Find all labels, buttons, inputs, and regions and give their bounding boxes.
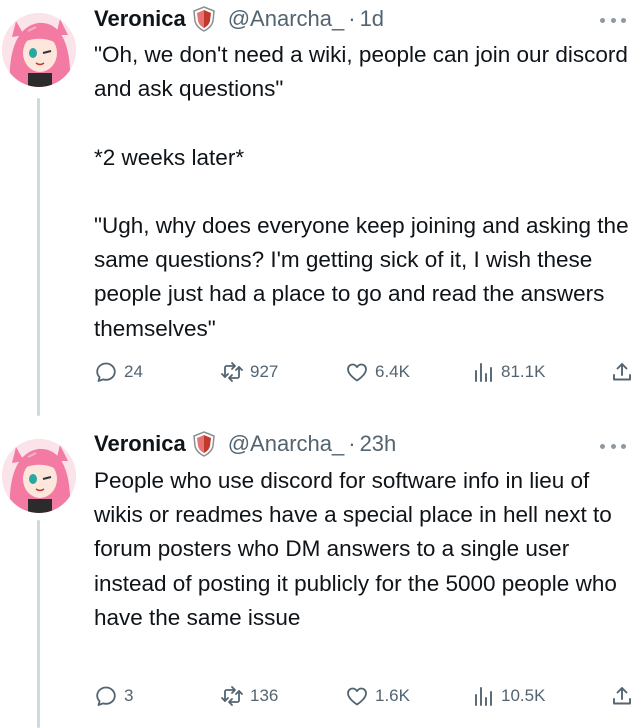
views-button[interactable]: 10.5K [471, 682, 545, 710]
retweet-icon [221, 686, 243, 706]
timestamp[interactable]: 23h [360, 431, 397, 457]
like-count: 6.4K [375, 362, 410, 381]
display-name[interactable]: Veronica [94, 431, 186, 457]
reply-button[interactable]: 3 [94, 682, 133, 710]
shield-badge-icon [192, 6, 216, 32]
retweet-count: 136 [250, 686, 279, 705]
user-handle[interactable]: @Anarcha_ [228, 431, 345, 457]
views-bar-chart-icon [475, 363, 492, 382]
like-count: 1.6K [375, 686, 410, 705]
retweet-count: 927 [250, 362, 279, 381]
share-button[interactable] [610, 358, 634, 386]
separator-dot: · [348, 431, 356, 456]
views-button[interactable]: 81.1K [471, 358, 545, 386]
tweet[interactable]: Veronica @Anarcha_ · 1d "Oh, we don't ne… [0, 0, 640, 420]
reply-button[interactable]: 24 [94, 358, 143, 386]
retweet-button[interactable]: 927 [220, 358, 278, 386]
retweet-icon [221, 362, 243, 382]
share-upload-icon [613, 687, 631, 705]
tweet-text: People who use discord for software info… [94, 468, 624, 630]
heart-icon [347, 363, 367, 382]
more-options-icon[interactable] [600, 16, 626, 24]
avatar[interactable] [2, 13, 76, 87]
reply-count: 24 [124, 362, 143, 381]
tweet-actions: 24 927 6.4K 81.1K [94, 358, 640, 386]
reply-icon [96, 686, 116, 706]
user-handle[interactable]: @Anarcha_ [228, 6, 345, 32]
views-count: 81.1K [501, 362, 546, 381]
tweet-actions: 3 136 1.6K 10.5K [94, 682, 640, 710]
tweet[interactable]: Veronica @Anarcha_ · 23h People who use … [0, 420, 640, 728]
more-options-icon[interactable] [600, 442, 626, 450]
heart-icon [347, 687, 367, 706]
avatar[interactable] [2, 439, 76, 513]
like-button[interactable]: 1.6K [345, 682, 410, 710]
share-upload-icon [613, 363, 631, 381]
share-button[interactable] [610, 682, 634, 710]
shield-badge-icon [192, 431, 216, 457]
display-name[interactable]: Veronica [94, 6, 186, 32]
reply-icon [96, 362, 116, 382]
separator-dot: · [348, 6, 356, 31]
views-bar-chart-icon [475, 687, 492, 706]
tweet-text: "Oh, we don't need a wiki, people can jo… [94, 42, 629, 341]
timestamp[interactable]: 1d [360, 6, 384, 32]
views-count: 10.5K [501, 686, 546, 705]
retweet-button[interactable]: 136 [220, 682, 278, 710]
reply-count: 3 [124, 686, 134, 705]
like-button[interactable]: 6.4K [345, 358, 410, 386]
